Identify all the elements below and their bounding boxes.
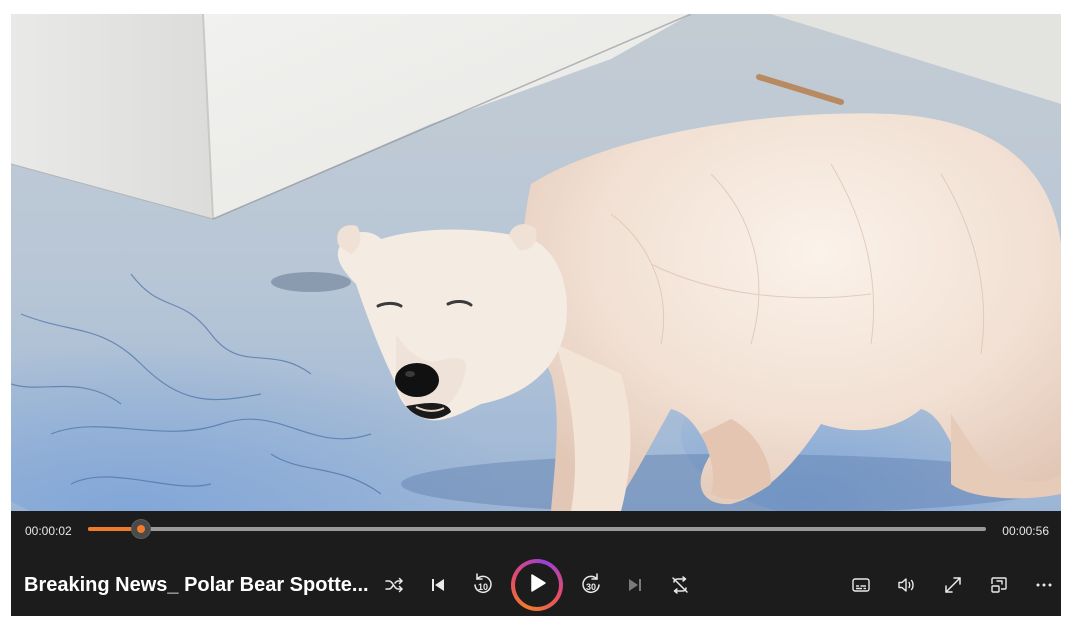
shuffle-icon <box>384 575 404 595</box>
play-icon <box>526 572 548 599</box>
skip-back-button[interactable]: 10 <box>466 568 500 602</box>
repeat-button[interactable] <box>663 568 697 602</box>
more-options-button[interactable] <box>1027 568 1061 602</box>
previous-button[interactable] <box>421 568 455 602</box>
current-time: 00:00:02 <box>25 524 72 538</box>
fullscreen-button[interactable] <box>936 568 970 602</box>
next-track-icon <box>625 575 645 595</box>
shuffle-button[interactable] <box>377 568 411 602</box>
control-bar: 00:00:02 00:00:56 Breaking News_ Polar B… <box>11 511 1061 616</box>
video-scene-polar-bear <box>11 14 1061 511</box>
skip-forward-30-icon: 30 <box>577 570 605 600</box>
skip-forward-button[interactable]: 30 <box>574 568 608 602</box>
seek-thumb[interactable] <box>130 519 151 539</box>
mini-player-icon <box>988 574 1010 596</box>
skip-forward-seconds: 30 <box>585 582 596 592</box>
volume-icon <box>896 574 918 596</box>
play-button[interactable] <box>511 559 563 611</box>
repeat-off-icon <box>669 574 691 596</box>
previous-track-icon <box>428 575 448 595</box>
video-title: Breaking News_ Polar Bear Spotte... <box>24 574 369 596</box>
seek-track[interactable] <box>88 527 986 531</box>
captions-icon <box>850 574 872 596</box>
mini-player-button[interactable] <box>982 568 1016 602</box>
skip-back-10-icon: 10 <box>469 570 497 600</box>
captions-button[interactable] <box>844 568 878 602</box>
seek-bar[interactable] <box>88 519 986 539</box>
fullscreen-icon <box>942 574 964 596</box>
skip-back-seconds: 10 <box>477 582 488 592</box>
media-player: 00:00:02 00:00:56 Breaking News_ Polar B… <box>11 14 1061 616</box>
more-options-icon <box>1034 575 1054 595</box>
video-frame[interactable] <box>11 14 1061 511</box>
duration-time: 00:00:56 <box>1002 524 1049 538</box>
next-button[interactable] <box>618 568 652 602</box>
play-button-inner <box>515 563 559 607</box>
volume-button[interactable] <box>890 568 924 602</box>
